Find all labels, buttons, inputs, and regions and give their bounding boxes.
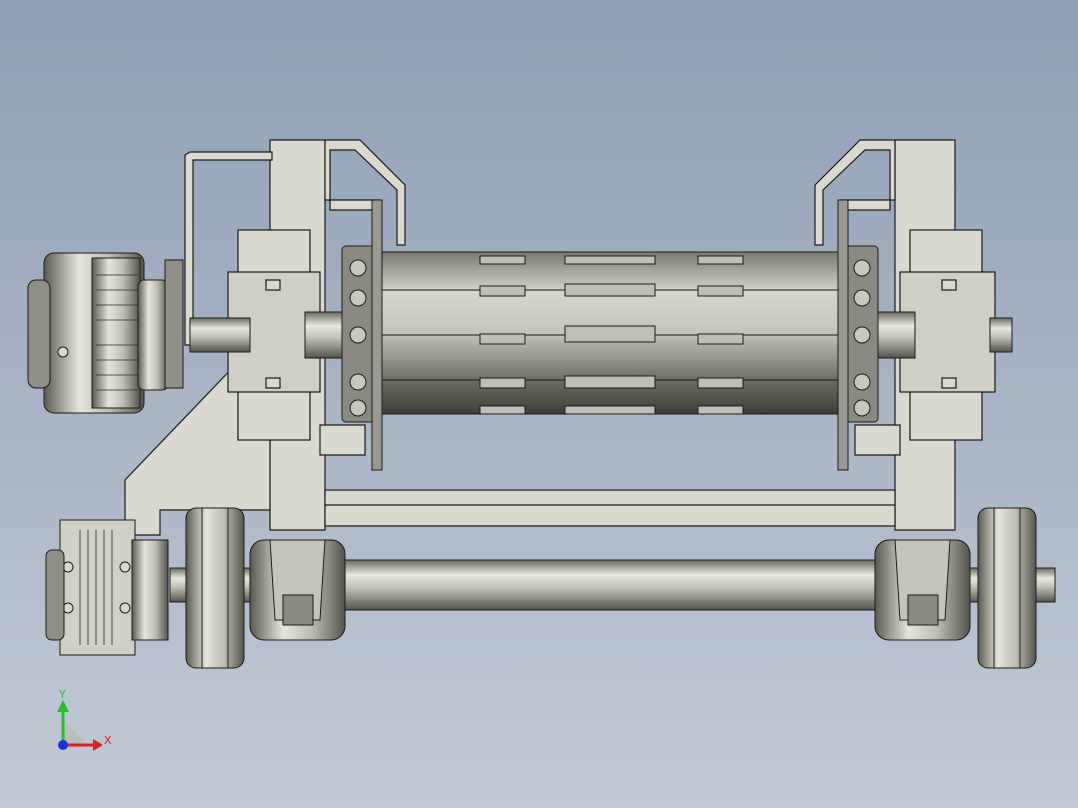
cross-beam[interactable] — [324, 489, 896, 527]
axle-bearing-left[interactable] — [249, 539, 346, 641]
travel-motor[interactable] — [45, 519, 169, 656]
hoist-drum[interactable] — [374, 251, 846, 415]
left-wheel[interactable] — [185, 507, 245, 669]
hoist-motor-reducer[interactable] — [27, 252, 184, 414]
cad-viewport[interactable]: Y X — [0, 0, 1078, 808]
crane-trolley-model[interactable]: Y X — [0, 0, 1078, 808]
right-wheel[interactable] — [977, 507, 1037, 669]
axis-triad: Y X — [57, 688, 112, 751]
y-axis-label: Y — [58, 688, 66, 701]
z-axis-dot — [58, 740, 68, 750]
x-axis-label: X — [104, 734, 112, 747]
axle-bearing-right[interactable] — [874, 539, 971, 641]
